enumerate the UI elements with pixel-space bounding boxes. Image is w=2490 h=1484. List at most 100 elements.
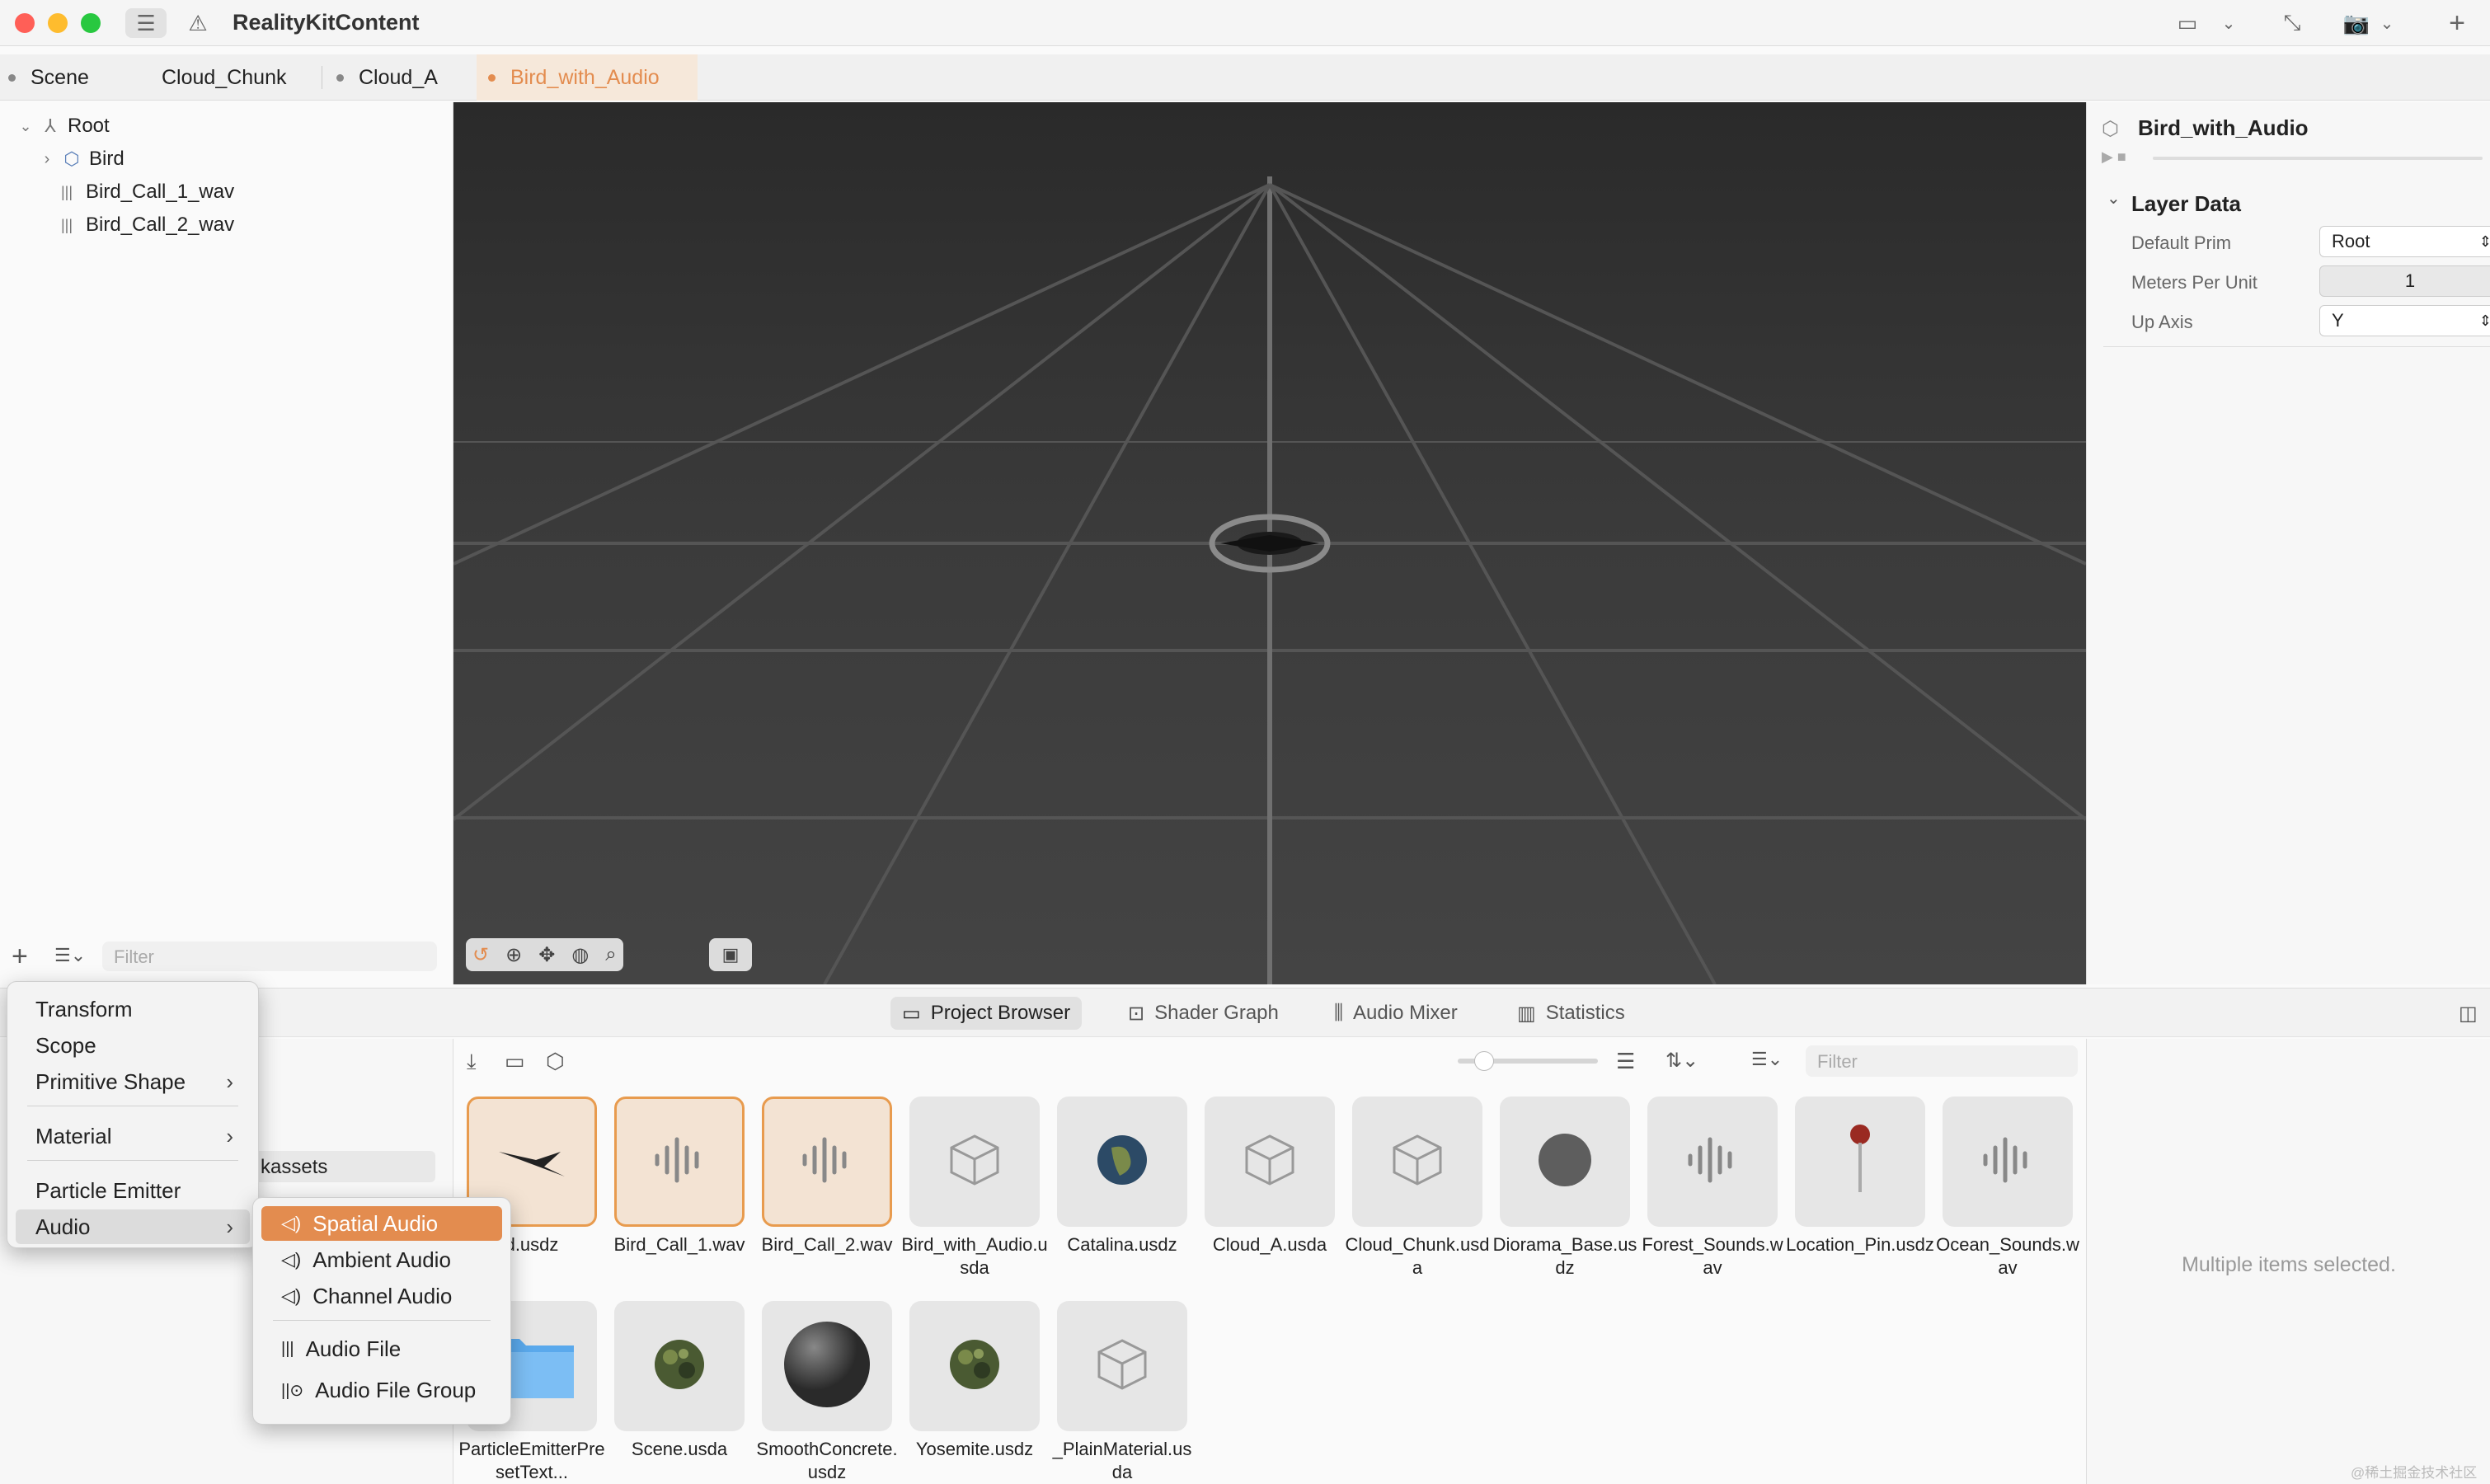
asset-tile[interactable] bbox=[1352, 1097, 1482, 1227]
rotate-tool-icon[interactable]: ◍ bbox=[571, 943, 589, 967]
new-folder-icon[interactable]: ▭ bbox=[505, 1049, 525, 1074]
menu-item-ambient-audio[interactable]: ◁) Ambient Audio bbox=[261, 1242, 502, 1277]
outliner-filter-input[interactable]: Filter bbox=[102, 942, 437, 971]
default-prim-select[interactable]: Root ⇕ bbox=[2319, 226, 2490, 257]
tab-dot bbox=[8, 73, 16, 82]
add-icon[interactable]: + bbox=[2441, 7, 2474, 39]
tab-project-browser[interactable]: ▭ Project Browser bbox=[890, 997, 1083, 1030]
menu-item-material[interactable]: Material › bbox=[16, 1119, 250, 1153]
zoom-tool-icon[interactable]: ⌕ bbox=[605, 943, 616, 966]
menu-item-scope[interactable]: Scope bbox=[16, 1028, 250, 1063]
disclosure-closed-icon[interactable]: › bbox=[35, 150, 59, 169]
inspector-toggle-icon[interactable]: ◫ bbox=[2459, 1002, 2478, 1026]
tab-audio-mixer[interactable]: ⫼ Audio Mixer bbox=[1323, 997, 1469, 1030]
selection-status: Multiple items selected. bbox=[2182, 1253, 2396, 1276]
sort-icon[interactable]: ⇅⌄ bbox=[1665, 1049, 1698, 1073]
bottom-tab-bar: ▭ Project Browser ⊡ Shader Graph ⫼ Audio Mi… bbox=[0, 988, 2490, 1037]
filter-options-icon[interactable]: ☰⌄ bbox=[54, 945, 86, 966]
minimize-window-button[interactable] bbox=[48, 13, 68, 33]
tab-bird-with-audio[interactable]: Bird_with_Audio bbox=[477, 54, 698, 101]
asset-tile[interactable] bbox=[1500, 1097, 1630, 1227]
warning-icon[interactable]: ⚠ bbox=[181, 8, 214, 38]
disclosure-open-icon[interactable]: ⌄ bbox=[2107, 188, 2121, 209]
asset-tile[interactable] bbox=[1057, 1301, 1187, 1431]
asset-tile[interactable] bbox=[614, 1301, 745, 1431]
asset-tile[interactable] bbox=[762, 1097, 892, 1227]
section-title: Layer Data bbox=[2131, 191, 2241, 216]
thumbnail-size-slider[interactable] bbox=[1458, 1051, 1598, 1071]
menu-item-particle-emitter[interactable]: Particle Emitter bbox=[16, 1173, 250, 1208]
chevron-down-icon[interactable]: ⌄ bbox=[2216, 8, 2241, 38]
vision-pro-icon[interactable]: ▭ bbox=[2167, 8, 2208, 38]
shader-graph-icon: ⊡ bbox=[1128, 1002, 1145, 1025]
asset-tile[interactable] bbox=[614, 1097, 745, 1227]
up-axis-select[interactable]: Y ⇕ bbox=[2319, 305, 2490, 336]
slider-thumb[interactable] bbox=[1474, 1051, 1494, 1071]
tab-cloud-a[interactable]: Cloud_A bbox=[336, 54, 477, 101]
zoom-window-button[interactable] bbox=[81, 13, 101, 33]
chevron-right-icon: › bbox=[226, 1123, 233, 1148]
asset-label: Catalina.usdz bbox=[1067, 1234, 1177, 1255]
tree-item-bird[interactable]: › ⬡ Bird bbox=[35, 143, 124, 175]
close-window-button[interactable] bbox=[15, 13, 35, 33]
meters-per-unit-field[interactable]: 1 bbox=[2319, 265, 2490, 297]
filter-options-icon[interactable]: ☰⌄ bbox=[1751, 1049, 1783, 1070]
tab-scene[interactable]: Scene bbox=[8, 54, 148, 101]
asset-tile[interactable] bbox=[909, 1301, 1040, 1431]
pin-icon bbox=[1844, 1123, 1877, 1201]
tab-cloud-chunk[interactable]: Cloud_Chunk bbox=[162, 54, 318, 101]
tab-statistics[interactable]: ▥ Statistics bbox=[1506, 997, 1637, 1030]
sidebar-toggle-icon[interactable]: ☰ bbox=[125, 8, 167, 38]
camera-icon[interactable]: 📷 bbox=[2340, 8, 2373, 38]
new-asset-icon[interactable]: ⬡ bbox=[546, 1049, 565, 1074]
menu-item-audio-file[interactable]: ||| Audio File bbox=[261, 1331, 502, 1366]
disc-icon bbox=[1536, 1131, 1594, 1193]
playback-scrubber[interactable] bbox=[2153, 157, 2483, 160]
root-icon: ⅄ bbox=[45, 115, 56, 136]
tree-item-label: Bird bbox=[89, 148, 124, 170]
asset-tile[interactable] bbox=[1057, 1097, 1187, 1227]
menu-item-label: Scope bbox=[35, 1032, 96, 1058]
playback-controls[interactable]: ▶ ■ bbox=[2102, 148, 2126, 166]
tree-item-bird-call-2[interactable]: ||| Bird_Call_2_wav bbox=[54, 209, 234, 241]
pan-tool-icon[interactable]: ⊕ bbox=[505, 943, 522, 967]
divider bbox=[2103, 346, 2490, 347]
asset-tile[interactable] bbox=[1795, 1097, 1925, 1227]
menu-item-channel-audio[interactable]: ◁) Channel Audio bbox=[261, 1279, 502, 1313]
tree-item-root[interactable]: ⌄ ⅄ Root bbox=[13, 110, 109, 142]
asset-tile[interactable] bbox=[909, 1097, 1040, 1227]
outliner-filter-bar: + ☰⌄ Filter bbox=[0, 940, 453, 973]
menu-item-transform[interactable]: Transform bbox=[16, 992, 250, 1026]
orbit-tool-icon[interactable]: ↺ bbox=[472, 943, 489, 967]
asset-tile[interactable] bbox=[762, 1301, 892, 1431]
browser-filter-input[interactable]: Filter bbox=[1806, 1045, 2078, 1077]
field-value: 1 bbox=[2404, 270, 2416, 291]
menu-item-spatial-audio[interactable]: ◁) Spatial Audio bbox=[261, 1206, 502, 1241]
audio-submenu: ◁) Spatial Audio ◁) Ambient Audio ◁) Channe… bbox=[252, 1197, 511, 1425]
menu-item-primitive-shape[interactable]: Primitive Shape › bbox=[16, 1064, 250, 1099]
import-icon[interactable]: ⤓ bbox=[467, 1049, 477, 1075]
camera-mode-icon[interactable]: ▣ bbox=[709, 938, 752, 971]
disclosure-open-icon[interactable]: ⌄ bbox=[13, 118, 38, 135]
add-entity-button[interactable]: + bbox=[12, 940, 28, 973]
asset-label: Bird_Call_2.wav bbox=[761, 1234, 893, 1255]
menu-item-label: Material bbox=[35, 1123, 112, 1148]
menu-item-label: Transform bbox=[35, 996, 133, 1021]
transform-tool-icon[interactable]: ⤡ bbox=[2276, 8, 2309, 38]
field-label: Meters Per Unit bbox=[2131, 272, 2257, 293]
tab-label: Audio Mixer bbox=[1353, 1002, 1458, 1024]
tree-item-bird-call-1[interactable]: ||| Bird_Call_1_wav bbox=[54, 176, 234, 208]
menu-item-audio-file-group[interactable]: ||⊙ Audio File Group bbox=[261, 1373, 502, 1407]
asset-tile[interactable] bbox=[1205, 1097, 1335, 1227]
model-icon: ⬡ bbox=[63, 148, 80, 169]
asset-tile[interactable] bbox=[1943, 1097, 2073, 1227]
chevron-down-icon[interactable]: ⌄ bbox=[2375, 8, 2399, 38]
stepper-icon: ⇕ bbox=[2478, 312, 2490, 329]
scene-viewport[interactable] bbox=[453, 102, 2086, 984]
browser-toolbar: ⤓ ▭ ⬡ ☰ ⇅⌄ ☰⌄ Filter bbox=[453, 1039, 2086, 1085]
asset-tile[interactable] bbox=[1647, 1097, 1778, 1227]
menu-item-audio[interactable]: Audio › bbox=[16, 1209, 250, 1244]
list-view-icon[interactable]: ☰ bbox=[1616, 1049, 1635, 1074]
move-tool-icon[interactable]: ✥ bbox=[538, 943, 555, 967]
tab-shader-graph[interactable]: ⊡ Shader Graph bbox=[1116, 997, 1290, 1030]
